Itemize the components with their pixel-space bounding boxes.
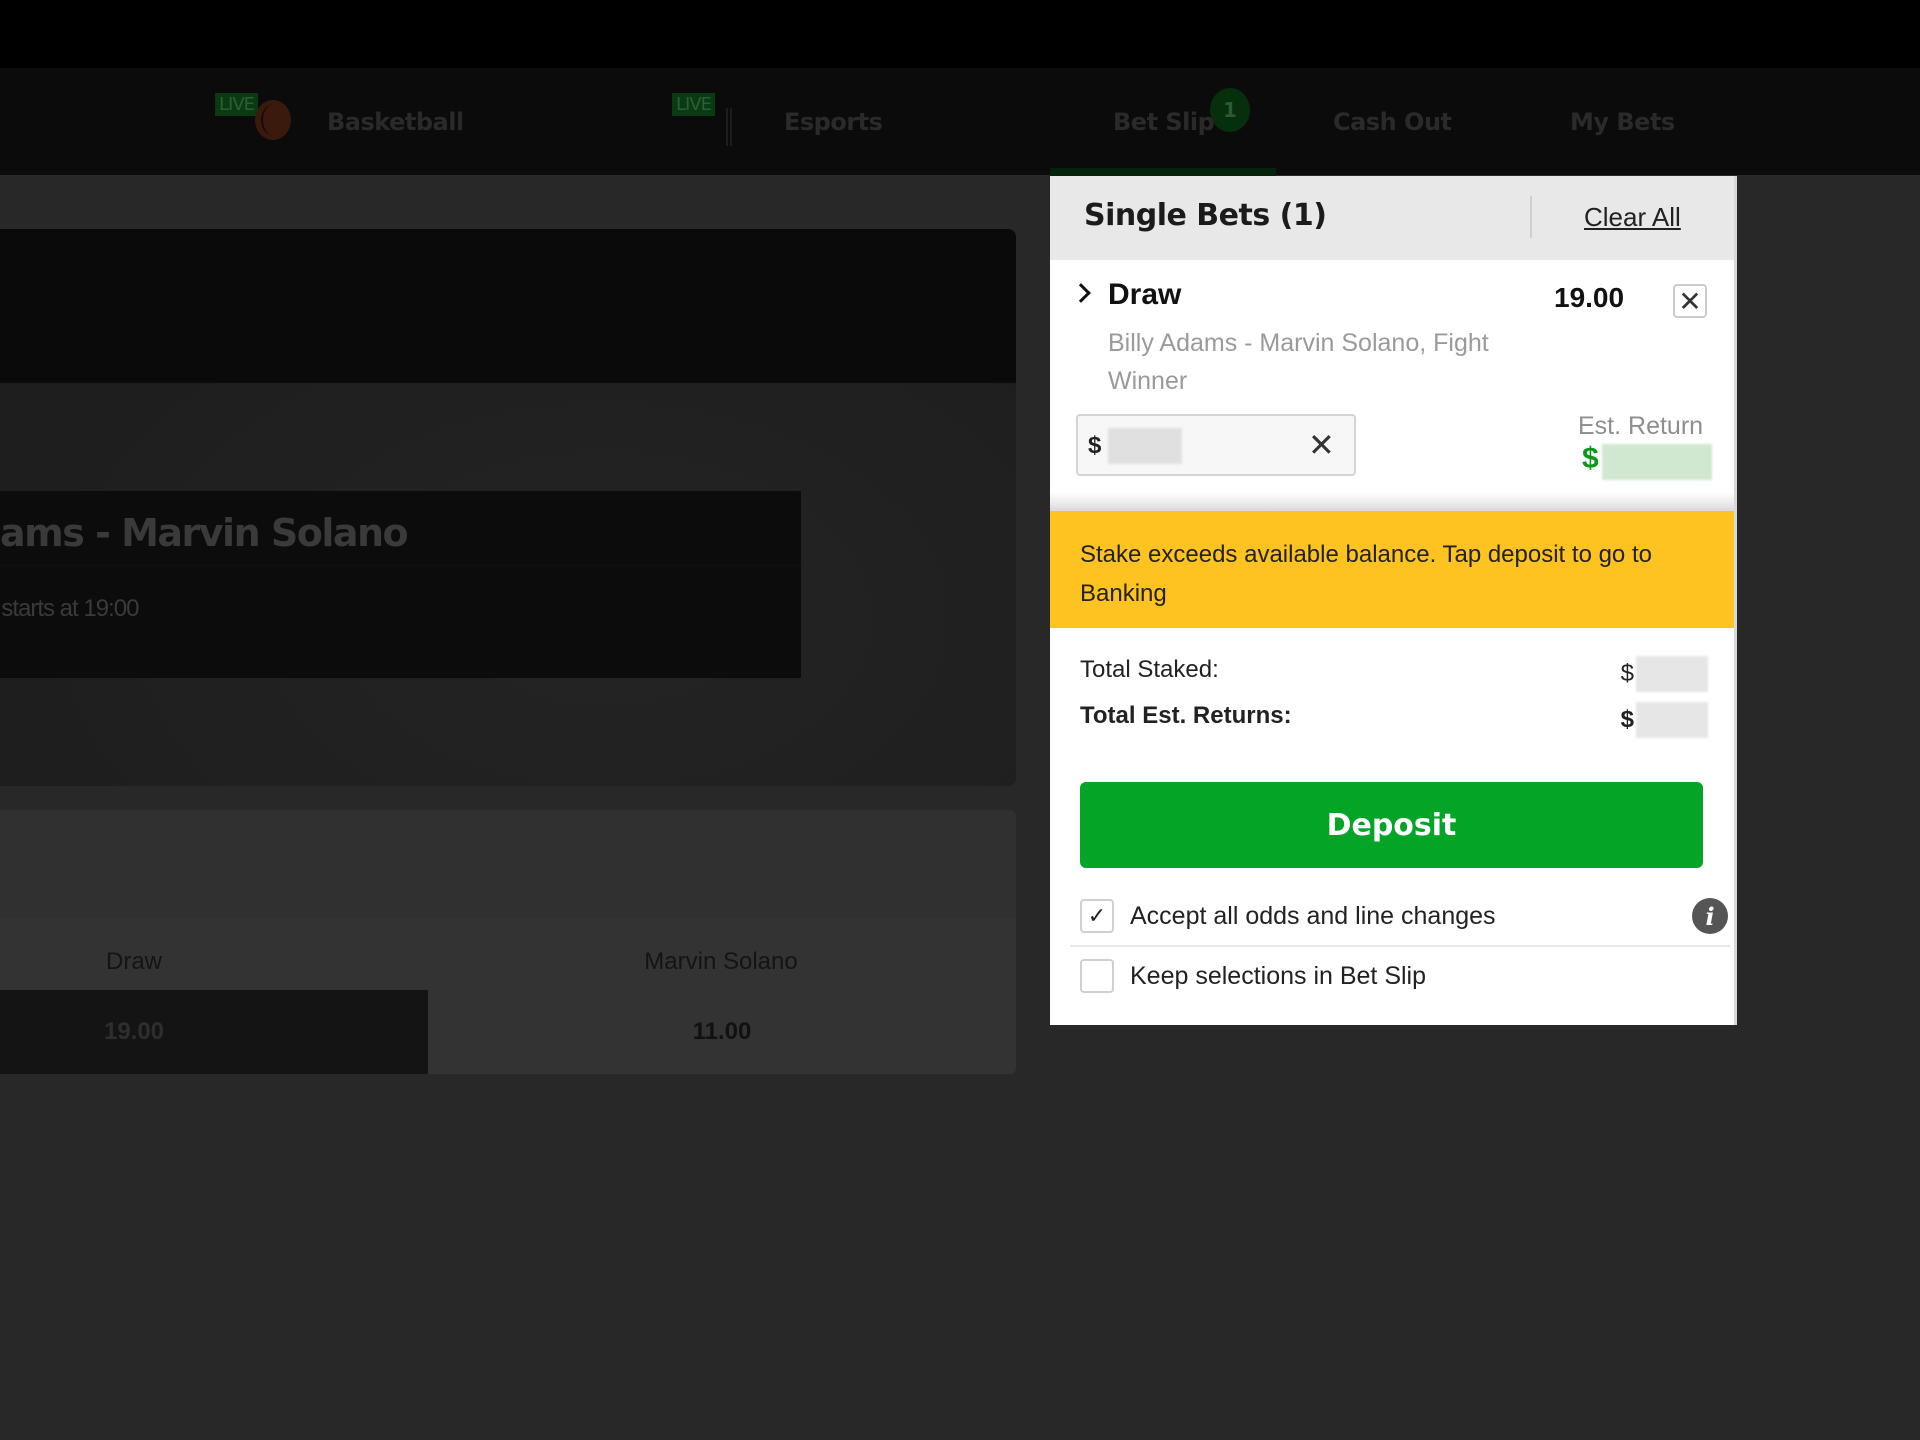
checkmark-icon: ✓ (1087, 903, 1107, 928)
total-staked-row: Total Staked: $ (1080, 656, 1708, 692)
divider (1070, 945, 1730, 947)
accept-odds-option[interactable]: ✓ Accept all odds and line changes i (1080, 896, 1728, 936)
stake-input[interactable]: $ ✕ (1076, 414, 1356, 476)
remove-selection-button[interactable]: ✕ (1673, 284, 1707, 318)
divider (0, 564, 801, 568)
fight-start-time: t starts at 19:00 (0, 595, 139, 622)
nav-item-esports[interactable]: LIVE Esports (672, 68, 883, 175)
accept-odds-checkbox[interactable]: ✓ (1080, 899, 1114, 933)
info-icon[interactable]: i (1692, 898, 1728, 934)
event-card-banner (0, 229, 1016, 383)
market-column-labels: Draw Marvin Solano (0, 918, 1016, 998)
bet-slip-panel: Single Bets (1) Clear All Draw 19.00 ✕ B… (1050, 176, 1737, 1025)
divider (1530, 196, 1532, 238)
est-return-label: Est. Return (1578, 412, 1704, 440)
nav-item-label: Esports (784, 107, 883, 136)
nav-item-label: Bet Slip (1113, 107, 1215, 136)
total-returns-label: Total Est. Returns: (1080, 702, 1292, 729)
currency-symbol: $ (1088, 432, 1102, 459)
currency-symbol: $ (1620, 660, 1634, 687)
total-returns-row: Total Est. Returns: $ (1080, 702, 1708, 738)
nav-item-label: My Bets (1570, 107, 1675, 136)
basketball-icon (255, 100, 291, 140)
est-return-value-redacted (1602, 444, 1712, 480)
market-column-label: Draw (105, 948, 163, 975)
option-label: Keep selections in Bet Slip (1130, 961, 1427, 990)
selection-name: Draw (1108, 278, 1182, 311)
fight-info-box: ams - Marvin Solano t starts at 19:00 (0, 491, 801, 678)
browser-top-bar (0, 0, 1920, 68)
bet-count-badge: 1 (1210, 88, 1250, 132)
currency-symbol: $ (1620, 706, 1634, 733)
nav-item-my-bets[interactable]: My Bets (1570, 68, 1675, 175)
keep-selections-option[interactable]: Keep selections in Bet Slip (1080, 956, 1708, 996)
chevron-right-icon[interactable] (1071, 283, 1091, 303)
selection-odds: 19.00 (1554, 282, 1625, 313)
event-header-card: ams - Marvin Solano t starts at 19:00 (0, 229, 1016, 786)
odds-button-draw[interactable]: 19.00 (0, 990, 428, 1074)
deposit-button[interactable]: Deposit (1080, 782, 1703, 868)
fight-winner-market: Draw Marvin Solano 19.00 11.00 (0, 810, 1016, 1074)
esports-icon (726, 108, 732, 146)
clear-all-link[interactable]: Clear All (1584, 202, 1681, 233)
nav-item-bet-slip[interactable]: Bet Slip 1 (1113, 68, 1250, 175)
total-staked-label: Total Staked: (1080, 656, 1219, 683)
sports-nav-bar: LIVE Basketball LIVE Esports Bet Slip 1 … (0, 68, 1920, 175)
est-return-currency: $ (1582, 442, 1599, 475)
odds-value: 19.00 (103, 1018, 165, 1045)
selection-description: Billy Adams - Marvin Solano, Fight Winne… (1108, 329, 1489, 395)
live-badge: LIVE (672, 93, 716, 116)
fight-title: ams - Marvin Solano (0, 511, 409, 555)
active-tab-indicator (1050, 168, 1276, 176)
stake-value-redacted (1108, 428, 1182, 464)
close-icon: ✕ (1678, 285, 1702, 317)
nav-item-cash-out[interactable]: Cash Out (1333, 68, 1452, 175)
odds-value: 11.00 (692, 1018, 752, 1045)
divider-shadow (1050, 492, 1734, 508)
insufficient-balance-warning: Stake exceeds available balance. Tap dep… (1050, 508, 1734, 628)
clear-stake-icon[interactable]: ✕ (1308, 426, 1335, 464)
odds-button-marvin-solano[interactable]: 11.00 (428, 990, 1016, 1074)
total-returns-value-redacted (1636, 702, 1708, 738)
bet-slip-header: Single Bets (1) Clear All (1050, 176, 1734, 260)
nav-item-label: Cash Out (1333, 107, 1452, 136)
nav-item-label: Basketball (327, 107, 464, 136)
market-column-label: Marvin Solano (644, 948, 798, 975)
total-staked-value-redacted (1636, 656, 1708, 692)
bet-slip-title: Single Bets (1) (1084, 198, 1327, 233)
nav-item-basketball[interactable]: LIVE Basketball (215, 68, 464, 175)
keep-selections-checkbox[interactable] (1080, 959, 1114, 993)
live-badge: LIVE (215, 93, 259, 116)
option-label: Accept all odds and line changes (1130, 901, 1496, 930)
